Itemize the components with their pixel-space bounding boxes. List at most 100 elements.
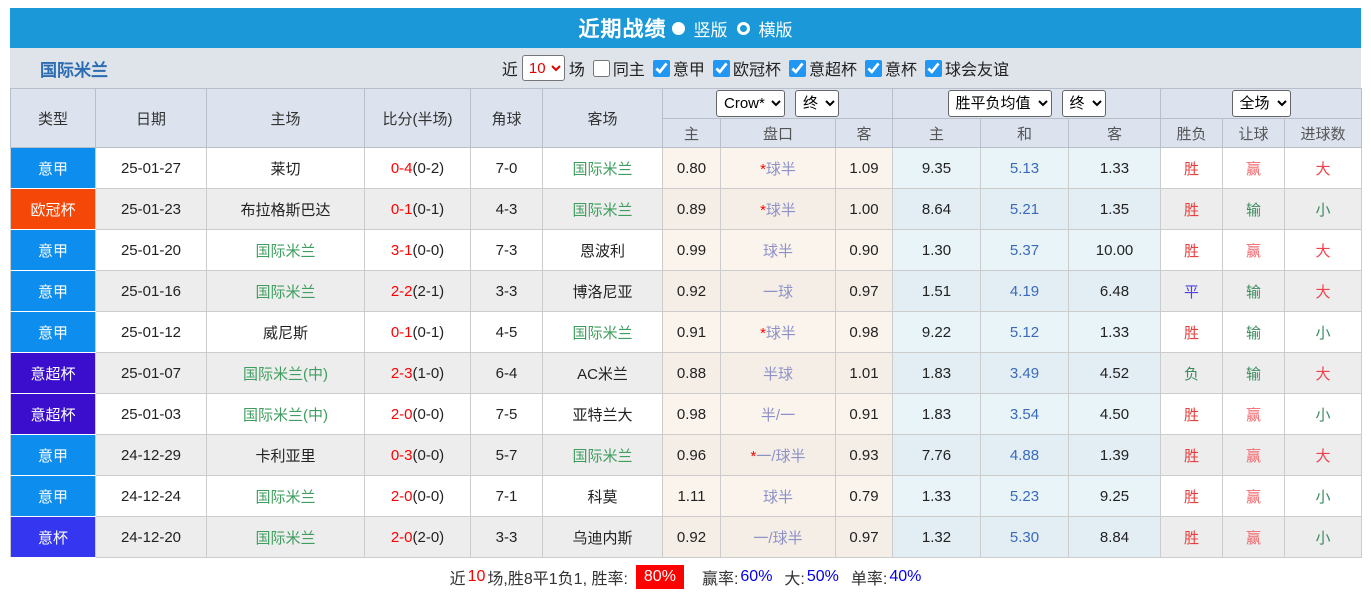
goals-cell: 小 <box>1285 517 1362 558</box>
score-cell: 0-4(0-2) <box>365 148 471 189</box>
date-cell: 24-12-20 <box>96 517 207 558</box>
handicap-away-odds-cell: 1.00 <box>836 189 893 230</box>
table-row: 欧冠杯25-01-23布拉格斯巴达0-1(0-1)4-3国际米兰0.89*球半1… <box>11 189 1362 230</box>
handicap-result-cell: 赢 <box>1223 476 1285 517</box>
competition-label-5[interactable]: 球会友谊 <box>945 56 1009 80</box>
competition-checkbox-1[interactable] <box>653 60 670 77</box>
corner-cell: 6-4 <box>471 353 543 394</box>
col-header-type: 类型 <box>11 89 96 148</box>
same-home-checkbox[interactable] <box>593 60 610 77</box>
competition-checkbox-2[interactable] <box>713 60 730 77</box>
avg-draw-odds-cell: 5.12 <box>981 312 1069 353</box>
sub-header-handicap-result: 让球 <box>1223 119 1285 148</box>
same-home-label[interactable]: 同主 <box>613 56 645 80</box>
competition-checkbox-5[interactable] <box>925 60 942 77</box>
date-cell: 25-01-16 <box>96 271 207 312</box>
home-team-cell: 莱切 <box>207 148 365 189</box>
halftime-score: (0-0) <box>413 447 445 464</box>
scope-select[interactable]: 全场 <box>1232 90 1291 117</box>
avg-draw-odds-cell: 5.23 <box>981 476 1069 517</box>
sub-header-crow-away: 客 <box>836 119 893 148</box>
halftime-score: (0-0) <box>413 242 445 259</box>
halftime-score: (0-0) <box>413 488 445 505</box>
halftime-score: (2-1) <box>413 283 445 300</box>
halftime-score: (1-0) <box>413 365 445 382</box>
handicap-text: 球半 <box>766 325 796 342</box>
competition-filters: 意甲 欧冠杯 意超杯 意杯 球会友谊 <box>645 56 1009 80</box>
competition-label-1[interactable]: 意甲 <box>673 56 705 80</box>
avg-home-odds-cell: 9.35 <box>893 148 981 189</box>
away-team-cell: 国际米兰 <box>543 312 663 353</box>
avg-away-odds-cell: 1.33 <box>1069 148 1161 189</box>
avg-away-odds-cell: 8.84 <box>1069 517 1161 558</box>
big-label: 大: <box>784 565 804 589</box>
vertical-layout-radio[interactable] <box>672 22 685 35</box>
bookmaker-select[interactable]: Crow* <box>716 90 785 117</box>
avg-away-odds-cell: 1.39 <box>1069 435 1161 476</box>
competition-label-3[interactable]: 意超杯 <box>809 56 857 80</box>
horizontal-layout-label[interactable]: 横版 <box>759 16 793 41</box>
handicap-result-cell: 输 <box>1223 312 1285 353</box>
recent-count-select[interactable]: 10 <box>522 55 565 81</box>
summary-count: 10 <box>468 568 486 586</box>
league-badge: 意甲 <box>11 148 96 189</box>
handicap-text: 半/一 <box>761 407 795 424</box>
competition-label-4[interactable]: 意杯 <box>885 56 917 80</box>
summary-text: 场,胜8平1负1, 胜率: <box>487 565 627 589</box>
league-badge: 意超杯 <box>11 394 96 435</box>
avg-away-odds-cell: 4.50 <box>1069 394 1161 435</box>
avg-away-odds-cell: 9.25 <box>1069 476 1161 517</box>
home-team-cell: 国际米兰 <box>207 271 365 312</box>
handicap-line-cell: *球半 <box>721 312 836 353</box>
corner-cell: 4-3 <box>471 189 543 230</box>
fulltime-score: 2-0 <box>391 529 413 546</box>
table-row: 意甲25-01-20国际米兰3-1(0-0)7-3恩波利0.99球半0.901.… <box>11 230 1362 271</box>
table-row: 意甲25-01-12威尼斯0-1(0-1)4-5国际米兰0.91*球半0.989… <box>11 312 1362 353</box>
away-team-cell: 国际米兰 <box>543 189 663 230</box>
date-cell: 25-01-23 <box>96 189 207 230</box>
goals-cell: 大 <box>1285 148 1362 189</box>
win-odds-label: 赢率: <box>702 565 738 589</box>
score-cell: 2-0(0-0) <box>365 476 471 517</box>
handicap-away-odds-cell: 0.98 <box>836 312 893 353</box>
single-rate-value: 40% <box>889 568 921 586</box>
vertical-layout-label[interactable]: 竖版 <box>694 16 728 41</box>
home-team-cell: 国际米兰(中) <box>207 353 365 394</box>
handicap-period-select[interactable]: 终 <box>795 90 839 117</box>
handicap-home-odds-cell: 0.91 <box>663 312 721 353</box>
horizontal-layout-radio[interactable] <box>737 22 750 35</box>
competition-checkbox-3[interactable] <box>789 60 806 77</box>
avg-home-odds-cell: 1.30 <box>893 230 981 271</box>
summary-prefix: 近 <box>450 565 466 589</box>
single-rate-label: 单率: <box>851 565 887 589</box>
handicap-line-cell: 一球 <box>721 271 836 312</box>
table-row: 意杯24-12-20国际米兰2-0(2-0)3-3乌迪内斯0.92一/球半0.9… <box>11 517 1362 558</box>
home-team-cell: 国际米兰 <box>207 517 365 558</box>
competition-checkbox-4[interactable] <box>865 60 882 77</box>
col-header-away: 客场 <box>543 89 663 148</box>
fulltime-score: 2-0 <box>391 406 413 423</box>
average-type-select[interactable]: 胜平负均值 <box>948 90 1052 117</box>
team-name: 国际米兰 <box>40 56 108 81</box>
corner-cell: 3-3 <box>471 271 543 312</box>
away-team-cell: 科莫 <box>543 476 663 517</box>
avg-draw-odds-cell: 4.19 <box>981 271 1069 312</box>
halftime-score: (2-0) <box>413 529 445 546</box>
halftime-score: (0-0) <box>413 406 445 423</box>
avg-away-odds-cell: 1.33 <box>1069 312 1161 353</box>
handicap-away-odds-cell: 0.93 <box>836 435 893 476</box>
score-cell: 2-3(1-0) <box>365 353 471 394</box>
league-badge: 意超杯 <box>11 353 96 394</box>
competition-label-2[interactable]: 欧冠杯 <box>733 56 781 80</box>
handicap-home-odds-cell: 0.98 <box>663 394 721 435</box>
average-period-select[interactable]: 终 <box>1062 90 1106 117</box>
fulltime-score: 0-3 <box>391 447 413 464</box>
handicap-line-cell: *球半 <box>721 148 836 189</box>
sub-header-avg-away: 客 <box>1069 119 1161 148</box>
fulltime-score: 2-3 <box>391 365 413 382</box>
sub-header-crow-home: 主 <box>663 119 721 148</box>
avg-home-odds-cell: 1.32 <box>893 517 981 558</box>
league-badge: 意杯 <box>11 517 96 558</box>
games-label: 场 <box>569 56 585 80</box>
handicap-result-cell: 赢 <box>1223 230 1285 271</box>
